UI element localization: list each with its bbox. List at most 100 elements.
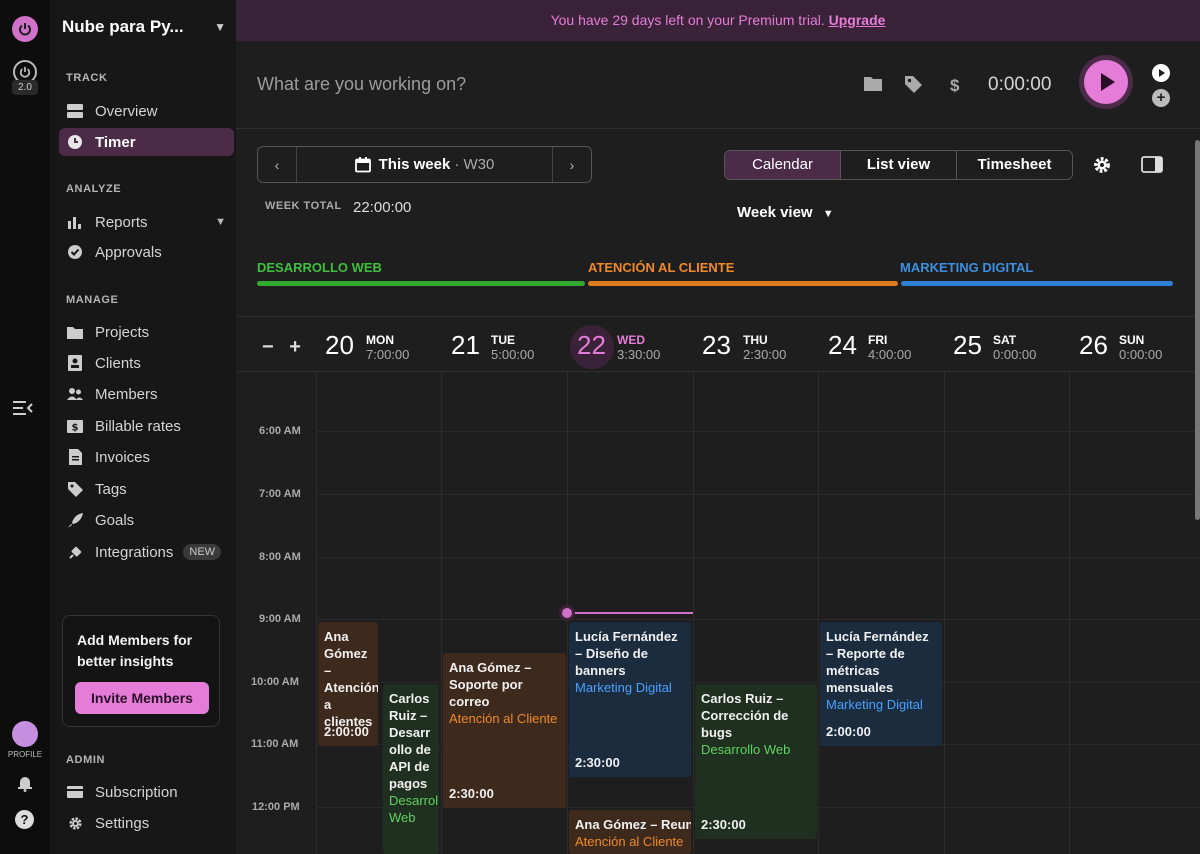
- entry-title: Ana Gómez – Soporte por correo: [449, 660, 532, 709]
- time-entry[interactable]: Lucía Fernández – Reporte de métricas me…: [820, 622, 942, 746]
- day-duration: 5:00:00: [491, 347, 535, 362]
- time-entry[interactable]: Lucía Fernández – Diseño de banners Mark…: [569, 622, 691, 777]
- bell-icon[interactable]: [16, 774, 34, 792]
- day-name: TUE: [491, 333, 515, 347]
- sidebar-item-integrations[interactable]: Integrations NEW: [59, 538, 234, 566]
- app-rail: 2.0 PROFILE ?: [0, 0, 50, 854]
- check-circle-icon: [67, 244, 83, 260]
- help-icon[interactable]: ?: [15, 810, 34, 829]
- section-analyze: ANALYZE: [66, 183, 122, 195]
- workspace-switcher[interactable]: Nube para Py... ▼: [62, 14, 230, 40]
- time-entry[interactable]: Ana Gómez – Soporte por correo Atención …: [443, 653, 566, 808]
- tag-icon: [67, 481, 83, 497]
- sidebar-item-settings[interactable]: Settings: [59, 809, 234, 837]
- sidebar-item-label: Tags: [95, 480, 127, 498]
- sidebar-item-invoices[interactable]: Invoices: [59, 443, 234, 471]
- time-entry[interactable]: Ana Gómez – Reuni Atención al Cliente: [569, 810, 691, 854]
- grid-line: [1069, 372, 1070, 854]
- zoom-in-button[interactable]: +: [289, 336, 301, 358]
- day-number: 22: [577, 330, 606, 360]
- invite-members-button[interactable]: Invite Members: [75, 682, 209, 714]
- sidebar-item-tags[interactable]: Tags: [59, 475, 234, 503]
- entry-title: Carlos Ruiz – Corrección de bugs: [701, 691, 789, 740]
- tag-icon[interactable]: [905, 76, 925, 96]
- day-name: THU: [743, 333, 768, 347]
- grid-line: [693, 372, 694, 854]
- sidebar-item-clients[interactable]: Clients: [59, 349, 234, 377]
- grid-line: [441, 372, 442, 854]
- folder-icon[interactable]: [864, 76, 884, 96]
- day-name: MON: [366, 333, 394, 347]
- week-number: · W30: [454, 156, 495, 173]
- time-entry[interactable]: Carlos Ruiz – Corrección de bugs Desarro…: [695, 684, 817, 839]
- bar-chart-icon: [67, 214, 83, 230]
- entry-title: Ana Gómez – Reuni: [575, 817, 691, 832]
- folder-icon: [67, 324, 83, 340]
- scrollbar[interactable]: [1195, 140, 1200, 520]
- gear-icon[interactable]: [1093, 156, 1111, 174]
- week-total-value: 22:00:00: [353, 199, 412, 216]
- chevron-down-icon: ▼: [215, 216, 226, 228]
- sidebar-item-members[interactable]: Members: [59, 380, 234, 408]
- credit-card-icon: [67, 784, 83, 800]
- avatar[interactable]: [12, 721, 38, 747]
- sidebar: Nube para Py... ▼ TRACK Overview Timer A…: [50, 0, 236, 854]
- sidebar-item-approvals[interactable]: Approvals: [59, 238, 234, 266]
- day-name: SAT: [993, 333, 1017, 347]
- day-name: FRI: [868, 333, 888, 347]
- app-logo-icon[interactable]: [12, 16, 38, 42]
- start-timer-button[interactable]: [1084, 60, 1128, 104]
- grid-line: [316, 372, 317, 854]
- time-entry[interactable]: Ana Gómez – Atención a clientes 2:00:00: [318, 622, 378, 746]
- day-duration: 7:00:00: [366, 347, 410, 362]
- week-view-dropdown[interactable]: Week view ▼: [737, 204, 834, 221]
- chevron-right-icon[interactable]: ›: [553, 157, 591, 173]
- zoom-out-button[interactable]: −: [262, 336, 274, 358]
- sidebar-item-subscription[interactable]: Subscription: [59, 778, 234, 806]
- sidebar-item-label: Integrations: [95, 543, 174, 561]
- sidebar-item-label: Goals: [95, 511, 135, 529]
- sidebar-item-goals[interactable]: Goals: [59, 506, 234, 534]
- upgrade-link[interactable]: Upgrade: [829, 12, 886, 28]
- day-name: WED: [617, 333, 645, 347]
- time-label: 11:00 AM: [251, 738, 299, 750]
- billable-dollar-icon[interactable]: $: [950, 76, 970, 96]
- grid-line: [316, 619, 1200, 620]
- entry-title: Lucía Fernández – Reporte de métricas me…: [826, 629, 929, 695]
- sidebar-item-label: Timer: [95, 133, 136, 151]
- sidebar-item-reports[interactable]: Reports ▼: [59, 208, 234, 236]
- chevron-down-icon: ▼: [214, 20, 226, 34]
- week-picker[interactable]: This week · W30: [296, 147, 553, 182]
- rocket-icon: [67, 512, 83, 528]
- time-entry[interactable]: Carlos Ruiz – Desarrollo de API de pagos…: [383, 684, 439, 854]
- section-manage: MANAGE: [66, 294, 119, 306]
- project-label-atencion[interactable]: ATENCIÓN AL CLIENTE: [588, 260, 734, 275]
- view-switcher: Calendar List view Timesheet: [724, 150, 1073, 180]
- sidebar-item-label: Settings: [95, 814, 150, 832]
- section-track: TRACK: [66, 72, 108, 84]
- sidebar-item-projects[interactable]: Projects: [59, 318, 234, 346]
- grid-line: [316, 494, 1200, 495]
- sidebar-item-overview[interactable]: Overview: [59, 97, 234, 125]
- invoice-icon: [67, 449, 83, 465]
- new-badge: NEW: [183, 544, 222, 560]
- time-label: 9:00 AM: [259, 613, 301, 625]
- users-icon: [67, 386, 83, 402]
- side-panel-icon[interactable]: [1141, 156, 1163, 173]
- sidebar-item-billable-rates[interactable]: $ Billable rates: [59, 412, 234, 440]
- timer-mode-icon[interactable]: [1152, 64, 1170, 82]
- tab-list-view[interactable]: List view: [840, 151, 956, 179]
- project-label-web[interactable]: DESARROLLO WEB: [257, 260, 382, 275]
- day-number: 21: [451, 330, 480, 360]
- chevron-left-icon[interactable]: ‹: [258, 157, 296, 173]
- entry-duration: 2:30:00: [449, 786, 494, 801]
- tab-timesheet[interactable]: Timesheet: [956, 151, 1072, 179]
- day-number: 24: [828, 330, 857, 360]
- manual-mode-icon[interactable]: +: [1152, 89, 1170, 107]
- project-label-marketing[interactable]: MARKETING DIGITAL: [900, 260, 1033, 275]
- tab-calendar[interactable]: Calendar: [725, 151, 840, 179]
- sidebar-item-timer[interactable]: Timer: [59, 128, 234, 156]
- description-input[interactable]: What are you working on?: [257, 74, 466, 95]
- entry-duration: 2:00:00: [324, 724, 369, 739]
- collapse-sidebar-icon[interactable]: [12, 399, 34, 417]
